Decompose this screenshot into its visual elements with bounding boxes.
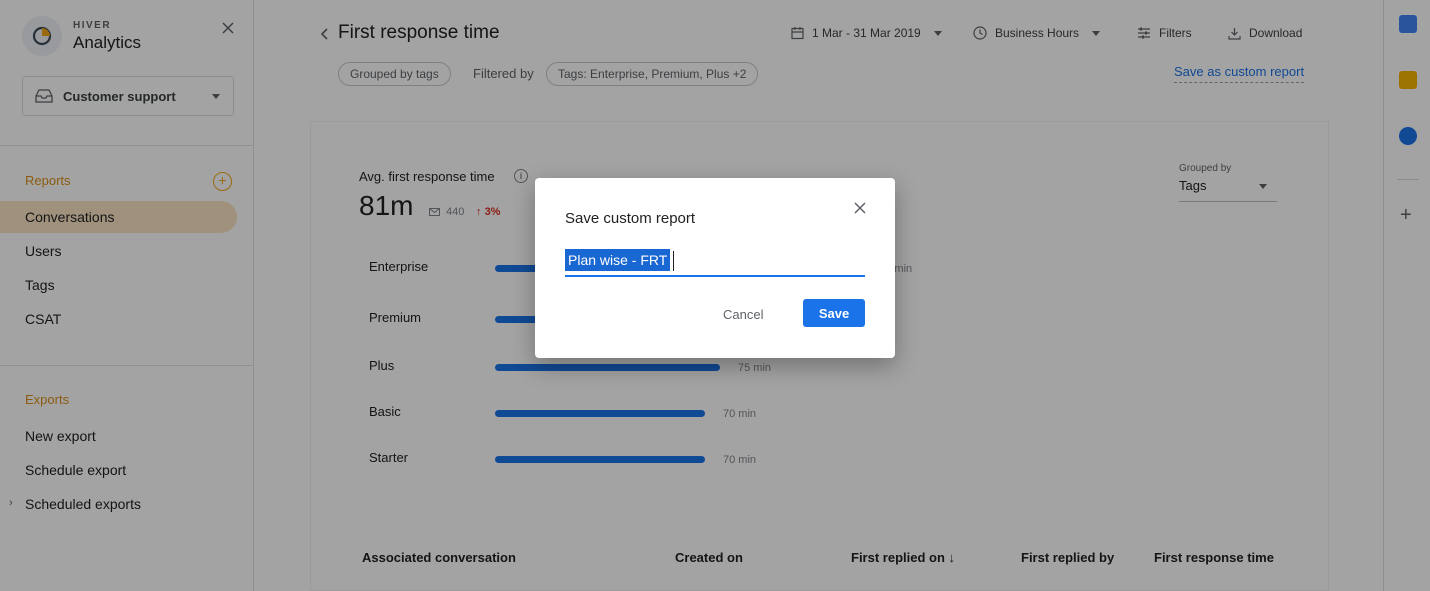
close-icon[interactable]: [851, 199, 869, 217]
save-custom-report-dialog: Save custom report Plan wise - FRT Cance…: [535, 178, 895, 358]
report-name-selection: Plan wise - FRT: [565, 249, 671, 271]
save-button[interactable]: Save: [803, 299, 865, 327]
text-cursor: [673, 251, 674, 271]
cancel-button[interactable]: Cancel: [710, 300, 776, 328]
dialog-title: Save custom report: [565, 210, 696, 227]
